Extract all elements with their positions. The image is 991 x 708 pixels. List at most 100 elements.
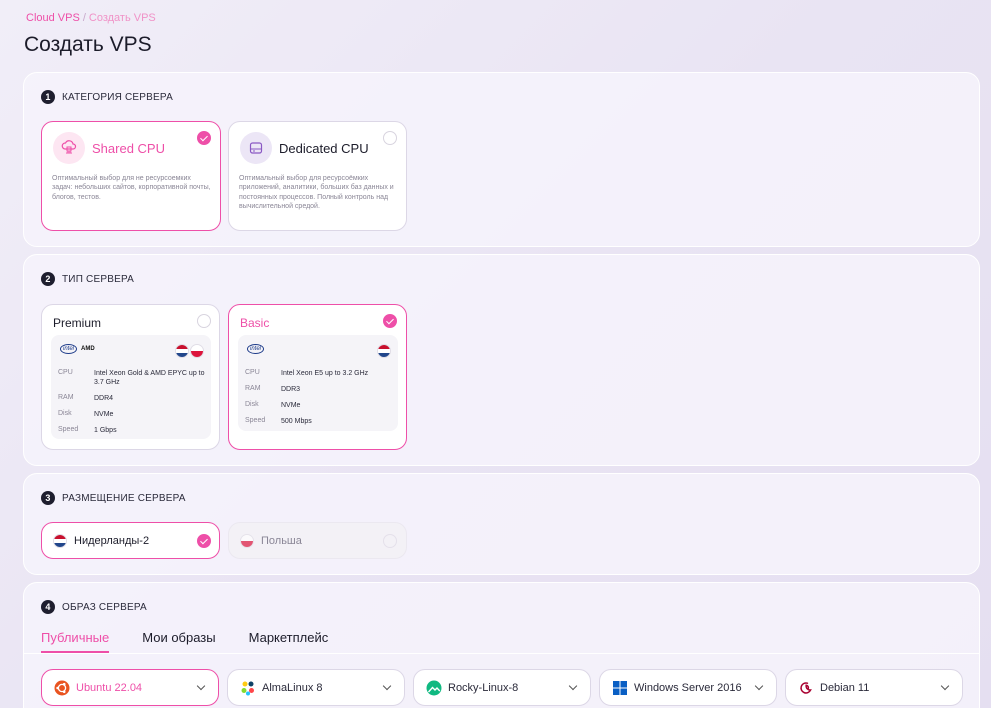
category-card-title: Shared CPU: [92, 141, 165, 156]
chevron-down-icon: [196, 681, 206, 691]
spec-row-ram: RAM DDR3: [245, 385, 393, 394]
spec-row-speed: Speed 1 Gbps: [58, 426, 206, 435]
spec-row-cpu: CPU Intel Xeon Gold & AMD EPYC up to 3.7 …: [58, 369, 206, 387]
chevron-down-icon: [940, 681, 950, 691]
radio-icon: [383, 131, 397, 145]
os-label: Debian 11: [820, 682, 870, 694]
brand-logos: intel: [247, 344, 265, 354]
type-card-basic[interactable]: Basic intel CPU Intel Xeon E5 up to 3.2 G…: [228, 304, 407, 450]
spec-key: RAM: [245, 385, 261, 392]
category-card-shared-cpu[interactable]: Shared CPU Оптимальный выбор для не ресу…: [41, 121, 221, 231]
spec-key: RAM: [58, 394, 74, 401]
location-label: Нидерланды-2: [74, 535, 150, 547]
os-select-rocky-linux[interactable]: Rocky-Linux-8: [413, 669, 591, 706]
section-title: ТИП СЕРВЕРА: [62, 273, 135, 285]
location-option-netherlands-2[interactable]: Нидерланды-2: [41, 522, 220, 559]
spec-box: intel AMD CPU Intel Xeon Gold & AMD EPYC …: [51, 335, 211, 439]
spec-value: NVMe: [281, 402, 301, 409]
category-section: 1 КАТЕГОРИЯ СЕРВЕРА Shared CPU Оптимальн…: [23, 72, 980, 247]
os-select-ubuntu[interactable]: Ubuntu 22.04: [41, 669, 219, 706]
tab-my-images[interactable]: Мои образы: [142, 630, 215, 653]
category-card-title: Dedicated CPU: [279, 141, 369, 156]
os-select-almalinux[interactable]: AlmaLinux 8: [227, 669, 405, 706]
os-label: AlmaLinux 8: [262, 682, 323, 694]
os-label: Rocky-Linux-8: [448, 682, 519, 694]
radio-icon: [197, 314, 211, 328]
check-icon: [383, 314, 397, 328]
category-card-description: Оптимальный выбор для не ресурсоемких за…: [52, 175, 211, 201]
location-flags: [175, 344, 204, 358]
poland-flag-icon: [190, 344, 204, 358]
image-section: 4 ОБРАЗ СЕРВЕРА Публичные Мои образы Мар…: [23, 582, 980, 708]
debian-icon: [800, 682, 812, 694]
server-icon: [240, 132, 272, 164]
spec-row-disk: Disk NVMe: [245, 401, 393, 410]
netherlands-flag-icon: [53, 534, 67, 548]
type-section-header: 2 ТИП СЕРВЕРА: [41, 272, 134, 286]
image-tabs: Публичные Мои образы Маркетплейс: [41, 630, 328, 653]
section-title: РАЗМЕЩЕНИЕ СЕРВЕРА: [62, 492, 186, 504]
step-number: 1: [41, 90, 55, 104]
spec-value: DDR4: [94, 395, 114, 402]
location-label: Польша: [261, 535, 302, 547]
chevron-down-icon: [382, 681, 392, 691]
location-option-poland[interactable]: Польша: [228, 522, 407, 559]
spec-key: Disk: [245, 401, 259, 408]
radio-icon: [383, 534, 397, 548]
cloud-cpu-icon: [53, 132, 85, 164]
section-title: КАТЕГОРИЯ СЕРВЕРА: [62, 91, 173, 103]
tab-marketplace[interactable]: Маркетплейс: [249, 630, 329, 653]
intel-logo: intel: [247, 344, 265, 354]
almalinux-icon: [241, 681, 254, 696]
windows-icon: [613, 681, 627, 695]
chevron-down-icon: [754, 681, 764, 691]
spec-row-disk: Disk NVMe: [58, 410, 206, 419]
poland-flag-icon: [240, 534, 254, 548]
ubuntu-icon: [54, 680, 70, 696]
rocky-linux-icon: [426, 680, 442, 696]
spec-key: Disk: [58, 410, 72, 417]
os-select-windows-server[interactable]: Windows Server 2016: [599, 669, 777, 706]
breadcrumb: Cloud VPS / Создать VPS: [26, 12, 156, 24]
breadcrumb-separator: /: [82, 12, 86, 24]
spec-box: intel CPU Intel Xeon E5 up to 3.2 GHz RAM…: [238, 335, 398, 431]
spec-value: 500 Mbps: [281, 418, 312, 425]
intel-logo: intel: [60, 344, 78, 354]
spec-key: Speed: [245, 417, 266, 424]
location-flags: [377, 344, 391, 358]
spec-value: DDR3: [281, 386, 301, 393]
type-card-premium[interactable]: Premium intel AMD CPU Intel Xeon Gold & A…: [41, 304, 220, 450]
amd-logo: AMD: [81, 346, 95, 352]
check-icon: [197, 131, 211, 145]
tab-public[interactable]: Публичные: [41, 630, 110, 653]
spec-value: Intel Xeon E5 up to 3.2 GHz: [281, 370, 369, 377]
spec-row-speed: Speed 500 Mbps: [245, 417, 393, 426]
spec-key: Speed: [58, 426, 79, 433]
spec-row-cpu: CPU Intel Xeon E5 up to 3.2 GHz: [245, 369, 393, 378]
os-select-debian[interactable]: Debian 11: [785, 669, 963, 706]
check-icon: [197, 534, 211, 548]
location-section: 3 РАЗМЕЩЕНИЕ СЕРВЕРА Нидерланды-2 Польша: [23, 473, 980, 575]
type-card-title: Basic: [240, 316, 270, 330]
chevron-down-icon: [568, 681, 578, 691]
category-card-dedicated-cpu[interactable]: Dedicated CPU Оптимальный выбор для ресу…: [228, 121, 407, 231]
spec-row-ram: RAM DDR4: [58, 394, 206, 403]
spec-key: CPU: [245, 369, 260, 376]
location-section-header: 3 РАЗМЕЩЕНИЕ СЕРВЕРА: [41, 491, 186, 505]
category-card-description: Оптимальный выбор для ресурсоёмких прило…: [239, 175, 394, 211]
spec-value: Intel Xeon Gold & AMD EPYC up to 3.7 GHz: [94, 370, 205, 387]
image-section-header: 4 ОБРАЗ СЕРВЕРА: [41, 600, 147, 614]
breadcrumb-root[interactable]: Cloud VPS: [26, 12, 80, 24]
category-section-header: 1 КАТЕГОРИЯ СЕРВЕРА: [41, 90, 173, 104]
step-number: 2: [41, 272, 55, 286]
section-title: ОБРАЗ СЕРВЕРА: [62, 601, 147, 613]
spec-value: 1 Gbps: [94, 427, 117, 434]
netherlands-flag-icon: [175, 344, 189, 358]
step-number: 4: [41, 600, 55, 614]
type-card-title: Premium: [53, 316, 102, 330]
spec-value: NVMe: [94, 411, 114, 418]
netherlands-flag-icon: [377, 344, 391, 358]
breadcrumb-current: Создать VPS: [88, 12, 156, 24]
tabs-divider: [24, 653, 979, 654]
os-label: Ubuntu 22.04: [76, 682, 143, 694]
